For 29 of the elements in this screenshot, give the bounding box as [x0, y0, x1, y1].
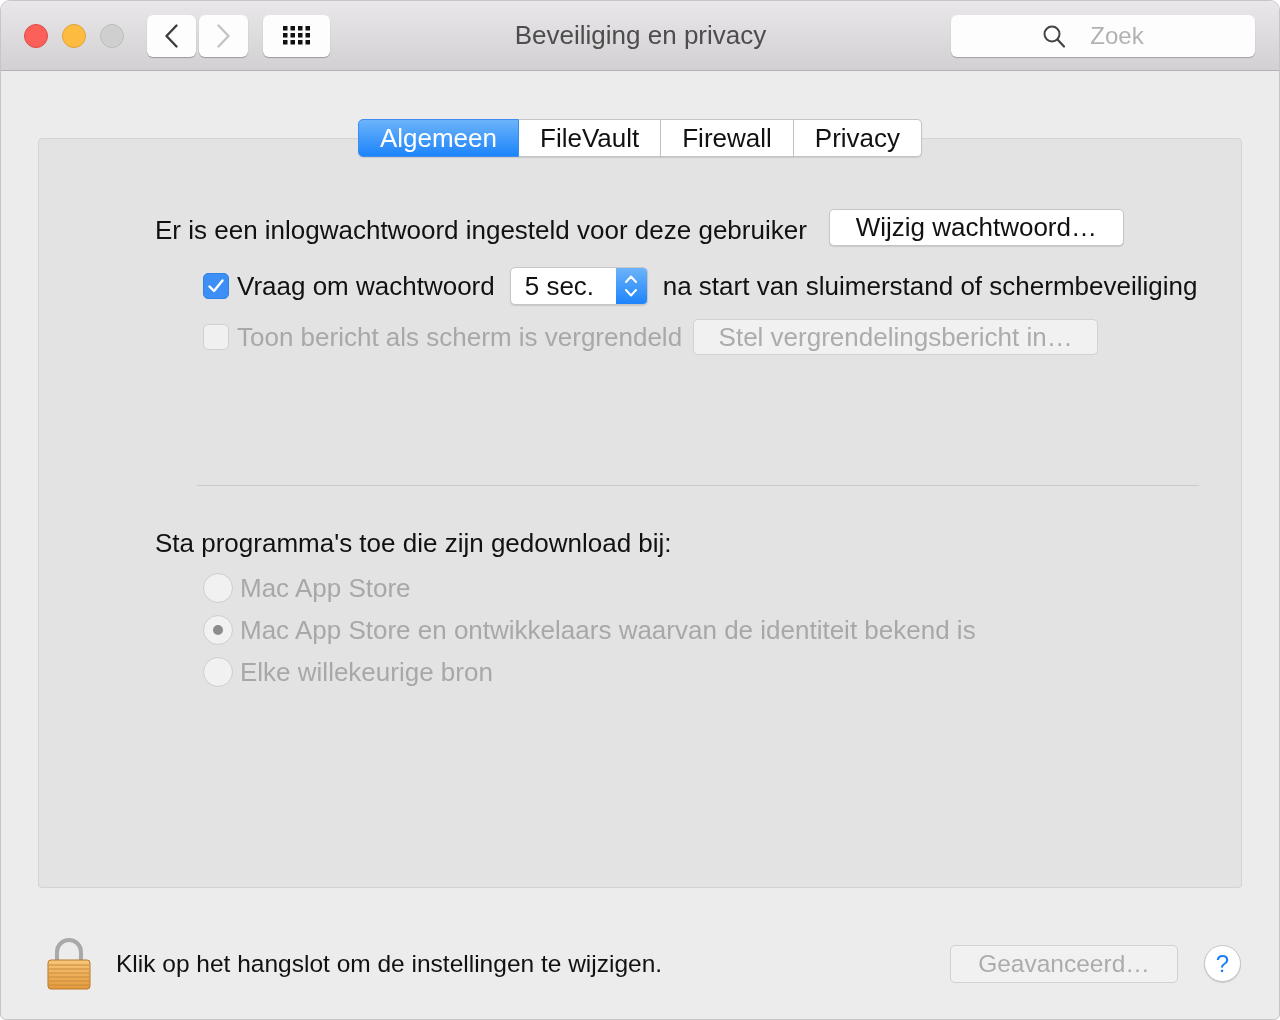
show-all-button[interactable]: [263, 14, 330, 57]
padlock-icon[interactable]: [47, 937, 91, 990]
checkbox[interactable]: [203, 273, 229, 299]
radio-label: Mac App Store: [240, 572, 411, 604]
search-icon: [1043, 24, 1065, 48]
checkbox-label: Vraag om wachtwoord: [237, 270, 495, 302]
minimize-button[interactable]: [62, 23, 86, 48]
chevron-left-icon: [165, 23, 178, 48]
delay-popup[interactable]: 5 sec.: [509, 267, 648, 305]
up-down-chevron-icon: [615, 268, 647, 304]
close-button[interactable]: [24, 23, 48, 48]
back-button[interactable]: [147, 14, 196, 57]
radio-label: Mac App Store en ontwikkelaars waarvan de identiteit bekend is: [240, 614, 976, 646]
tab[interactable]: FileVault: [519, 119, 662, 157]
window-title: Beveiliging en privacy: [513, 20, 768, 51]
change-password-button[interactable]: Wijzig wachtwoord…: [828, 208, 1124, 246]
grid-icon: [283, 26, 310, 45]
section-heading: Sta programma's toe die zijn gedownload bij:: [155, 528, 672, 558]
lock-hint-text: Klik op het hangslot om de instellingen te wijzigen.: [116, 949, 663, 978]
chevron-right-icon: [217, 23, 230, 48]
checkmark-icon: [208, 279, 224, 293]
tab[interactable]: Privacy: [793, 119, 923, 157]
tab[interactable]: Firewall: [661, 119, 794, 157]
checkbox-label: Toon bericht als scherm is vergrendeld: [237, 321, 683, 353]
radio-label: Elke willekeurige bron: [240, 656, 493, 688]
search-field[interactable]: Zoek: [951, 14, 1255, 57]
password-status-text: Er is een inlogwachtwoord ingesteld voor deze gebruiker: [155, 213, 807, 246]
help-button[interactable]: ?: [1204, 945, 1241, 982]
delay-suffix-text: na start van sluimerstand of schermbeveiliging: [662, 270, 1198, 302]
